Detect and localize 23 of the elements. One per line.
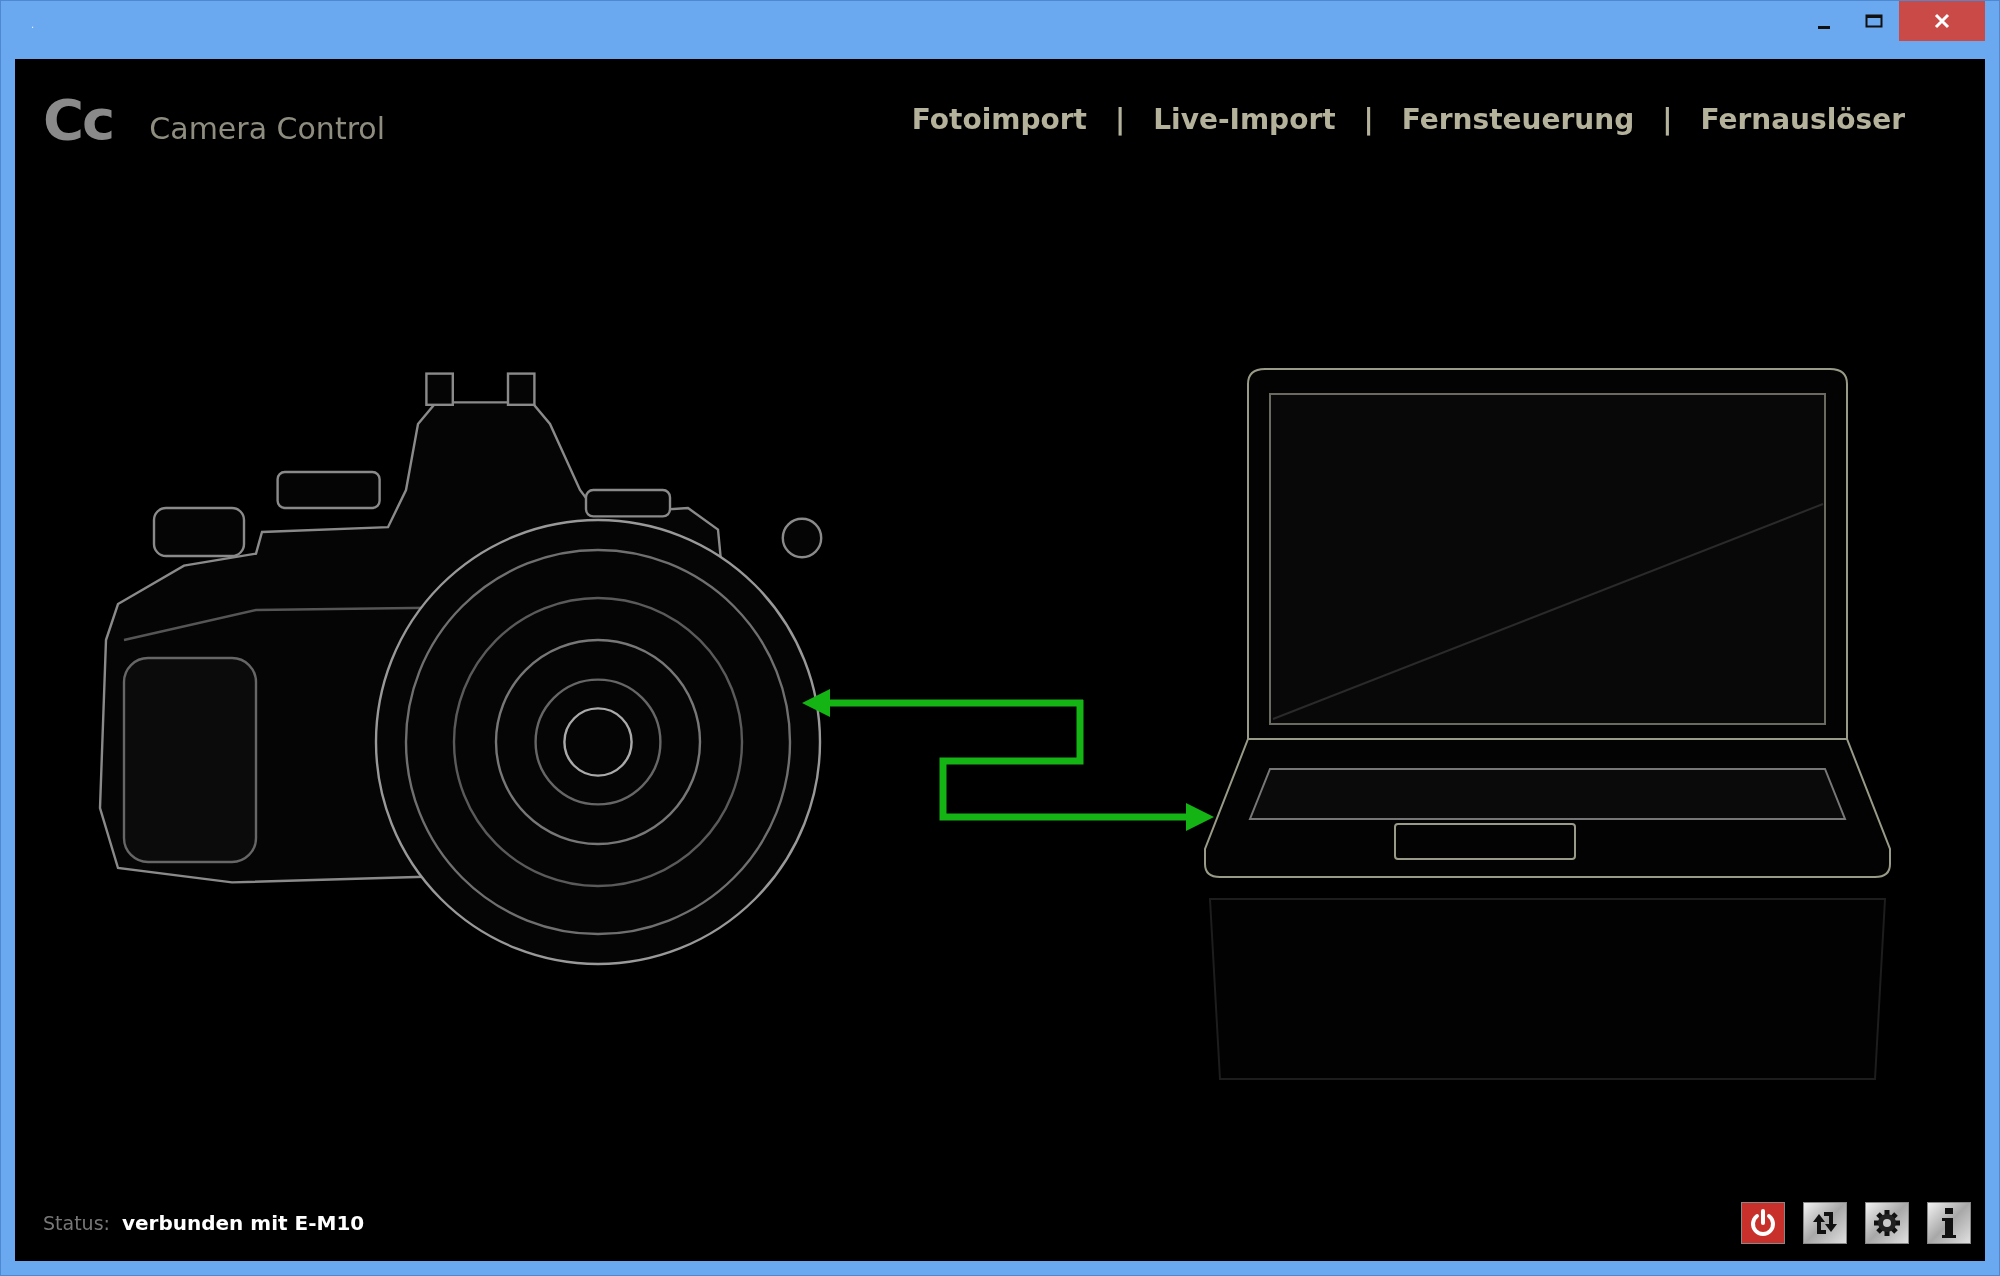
settings-icon bbox=[1872, 1208, 1902, 1238]
sync-button[interactable] bbox=[1803, 1202, 1847, 1244]
nav-separator: | bbox=[1114, 102, 1126, 136]
info-button[interactable] bbox=[1927, 1202, 1971, 1244]
nav-link[interactable]: Fotoimport bbox=[911, 102, 1087, 136]
maximize-icon bbox=[1865, 14, 1883, 28]
nav-link[interactable]: Fernauslöser bbox=[1700, 102, 1905, 136]
close-icon bbox=[1934, 13, 1950, 29]
nav-separator: | bbox=[1662, 102, 1673, 136]
arrows-icon bbox=[1810, 1210, 1840, 1236]
settings-button[interactable] bbox=[1865, 1202, 1909, 1244]
app-logo: Cc bbox=[43, 86, 114, 152]
power-button[interactable] bbox=[1741, 1202, 1785, 1244]
nav-link[interactable]: Fernsteuerung bbox=[1401, 102, 1635, 136]
app-name: Camera Control bbox=[149, 110, 385, 146]
nav-link[interactable]: Live-Import bbox=[1153, 102, 1336, 136]
info-icon bbox=[1941, 1207, 1957, 1239]
nav-separator: | bbox=[1363, 102, 1374, 136]
window-title: . bbox=[31, 19, 35, 30]
status-text: verbunden mit E-M10 bbox=[121, 1211, 365, 1235]
status-label: Status: bbox=[43, 1212, 110, 1234]
power-icon bbox=[1748, 1208, 1778, 1238]
minimize-icon bbox=[1818, 25, 1830, 29]
